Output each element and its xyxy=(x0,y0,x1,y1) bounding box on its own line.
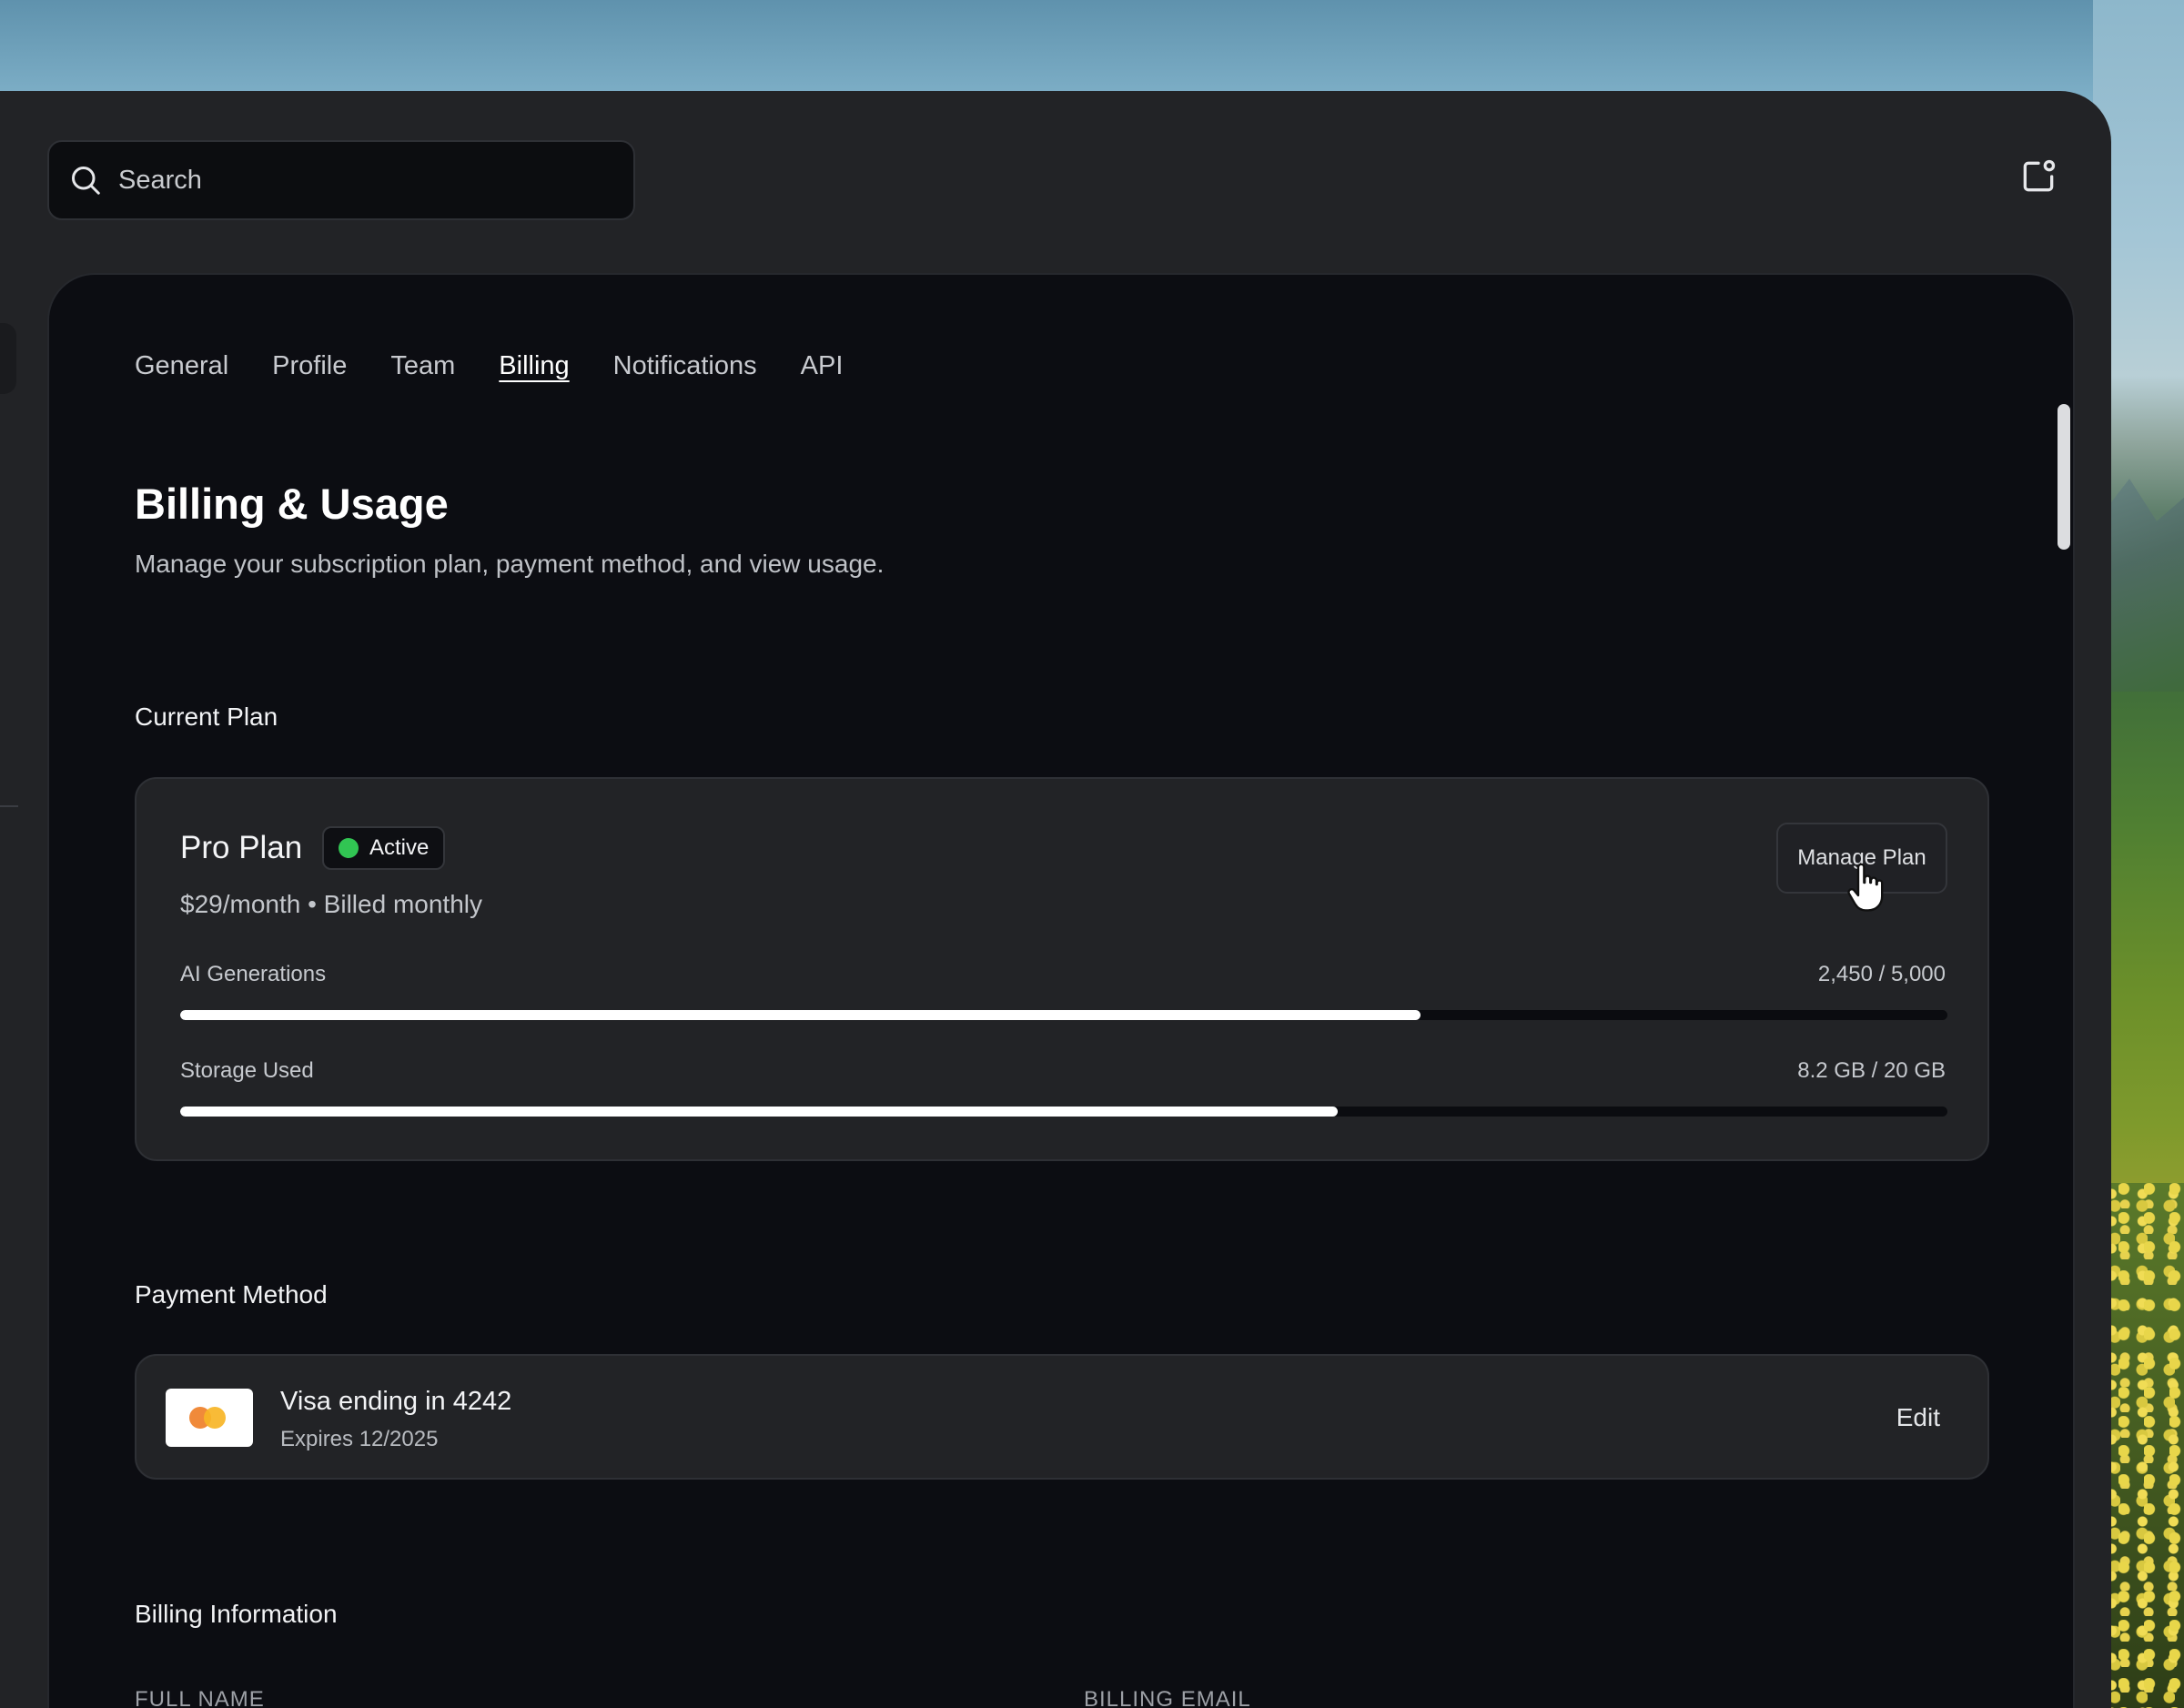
usage-label: Storage Used xyxy=(180,1058,314,1083)
scrollbar-thumb[interactable] xyxy=(2058,404,2070,550)
usage-label: AI Generations xyxy=(180,962,327,986)
usage-progress-bar xyxy=(180,1107,1947,1117)
tab-billing[interactable]: Billing xyxy=(499,351,569,381)
search-input[interactable] xyxy=(116,164,633,197)
card-expiry: Expires 12/2025 xyxy=(280,1427,439,1451)
hand-pointer-icon xyxy=(1844,863,1887,914)
plan-price: $29/month • Billed monthly xyxy=(180,890,482,918)
billing-information-heading: Billing Information xyxy=(135,1600,338,1628)
payment-method-heading: Payment Method xyxy=(135,1280,328,1309)
scrollbar-track[interactable] xyxy=(2056,402,2070,1676)
payment-method-card: Visa ending in 4242 Expires 12/2025 Edit xyxy=(135,1354,1989,1480)
share-icon[interactable] xyxy=(2018,157,2058,197)
usage-value: 8.2 GB / 20 GB xyxy=(1797,1058,1946,1083)
tab-general[interactable]: General xyxy=(135,351,228,381)
search-icon xyxy=(69,164,102,197)
usage-progress-fill xyxy=(180,1107,1338,1117)
usage-progress-bar xyxy=(180,1010,1947,1020)
plan-name: Pro Plan xyxy=(180,830,303,865)
full-name-label: FULL NAME xyxy=(135,1687,265,1708)
tab-team[interactable]: Team xyxy=(390,351,455,381)
sidebar-divider xyxy=(0,805,18,807)
card-title: Visa ending in 4242 xyxy=(280,1387,512,1416)
search-box[interactable] xyxy=(47,140,635,220)
tab-api[interactable]: API xyxy=(801,351,844,381)
current-plan-card: Pro Plan Active $29/month • Billed month… xyxy=(135,777,1989,1161)
tab-profile[interactable]: Profile xyxy=(272,351,347,381)
tab-notifications[interactable]: Notifications xyxy=(613,351,757,381)
usage-value: 2,450 / 5,000 xyxy=(1817,962,1946,986)
page-title: Billing & Usage xyxy=(135,480,449,528)
settings-tabs: General Profile Team Billing Notificatio… xyxy=(135,351,843,381)
billing-email-label: BILLING EMAIL xyxy=(1084,1687,1251,1708)
card-brand-logo xyxy=(166,1389,253,1447)
current-plan-heading: Current Plan xyxy=(135,702,278,731)
sidebar-collapsed-tab[interactable] xyxy=(0,323,16,394)
status-dot-icon xyxy=(339,838,359,858)
page-subtitle: Manage your subscription plan, payment m… xyxy=(135,550,885,578)
edit-payment-button[interactable]: Edit xyxy=(1896,1403,1940,1432)
usage-progress-fill xyxy=(180,1010,1421,1020)
status-text: Active xyxy=(369,835,430,860)
status-badge: Active xyxy=(322,826,446,870)
app-window: General Profile Team Billing Notificatio… xyxy=(0,91,2111,1708)
settings-panel: General Profile Team Billing Notificatio… xyxy=(47,273,2075,1708)
